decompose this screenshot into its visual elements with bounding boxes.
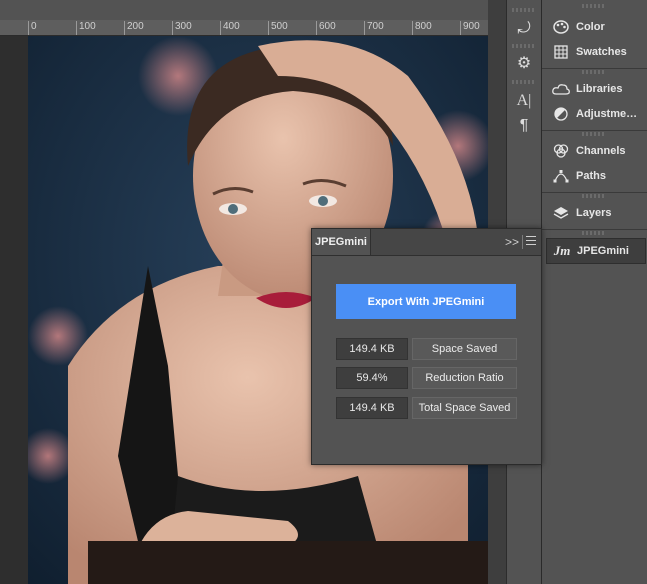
panel-grip[interactable] — [512, 8, 536, 12]
ruler-tick — [124, 21, 125, 35]
dock-item-jpegmini[interactable]: Jm JPEGmini — [546, 238, 646, 264]
ruler-label-900: 900 — [463, 21, 480, 32]
dock-item-libraries[interactable]: Libraries — [542, 77, 647, 101]
paragraph-icon[interactable]: ¶ — [507, 113, 541, 139]
ruler-tick — [268, 21, 269, 35]
ruler-label-200: 200 — [127, 21, 144, 32]
dock-item-paths[interactable]: Paths — [542, 164, 647, 188]
stat-row-reduction-ratio: 59.4% Reduction Ratio — [336, 367, 518, 389]
jpegmini-logo-icon: Jm — [553, 243, 571, 258]
ruler-label-700: 700 — [367, 21, 384, 32]
ruler-label-100: 100 — [79, 21, 96, 32]
pasteboard — [0, 36, 28, 584]
stat-value: 59.4% — [336, 367, 408, 389]
ruler-label-600: 600 — [319, 21, 336, 32]
swatches-grid-icon — [550, 45, 572, 59]
ruler-tick — [220, 21, 221, 35]
dock-item-label: Paths — [576, 170, 606, 182]
stat-value: 149.4 KB — [336, 397, 408, 419]
color-palette-icon — [550, 20, 572, 34]
panel-grip[interactable] — [512, 44, 536, 48]
ruler-tick — [412, 21, 413, 35]
ruler-tick — [316, 21, 317, 35]
stat-label: Total Space Saved — [412, 397, 517, 419]
dock-divider — [542, 229, 647, 230]
dock-item-channels[interactable]: Channels — [542, 139, 647, 163]
character-icon[interactable]: A| — [507, 88, 541, 114]
dock-item-label: Color — [576, 21, 605, 33]
jpegmini-panel: JPEGmini >> Export With JPEGmini 149.4 K… — [311, 228, 542, 465]
ruler-tick — [460, 21, 461, 35]
stat-label: Reduction Ratio — [412, 367, 517, 389]
tab-bar-divider — [522, 235, 523, 249]
libraries-icon — [550, 83, 572, 95]
properties-icon[interactable]: ⚙ — [507, 50, 541, 76]
channels-icon — [550, 144, 572, 158]
adjustments-icon — [550, 107, 572, 121]
layers-icon — [550, 206, 572, 220]
dock-item-layers[interactable]: Layers — [542, 201, 647, 225]
panel-grip[interactable] — [582, 194, 606, 198]
dock-item-label: JPEGmini — [577, 245, 629, 257]
dock-item-label: Layers — [576, 207, 612, 219]
stat-label: Space Saved — [412, 338, 517, 360]
ruler-label-0: 0 — [31, 21, 37, 32]
dock-item-label: Libraries — [576, 83, 623, 95]
paths-icon — [550, 169, 572, 183]
dock-divider — [542, 68, 647, 69]
ruler-tick — [76, 21, 77, 35]
dock-divider — [542, 192, 647, 193]
collapse-panel-icon[interactable]: >> — [505, 235, 519, 249]
stat-value: 149.4 KB — [336, 338, 408, 360]
panel-grip[interactable] — [582, 231, 606, 235]
tab-jpegmini[interactable]: JPEGmini — [312, 229, 371, 255]
panel-tab-bar: JPEGmini >> — [312, 229, 541, 256]
right-panel-dock: Color Swatches Libraries Adjustment… Cha… — [541, 0, 647, 584]
history-icon[interactable]: ⤾ — [507, 16, 541, 42]
document-tab-strip — [0, 0, 490, 20]
panel-grip[interactable] — [582, 4, 606, 8]
ruler-tick — [364, 21, 365, 35]
panel-menu-icon[interactable] — [526, 236, 536, 245]
export-with-jpegmini-button[interactable]: Export With JPEGmini — [336, 284, 516, 319]
ruler-tick — [28, 21, 29, 35]
horizontal-ruler: 0 100 200 300 400 500 600 700 800 900 — [0, 20, 490, 36]
dock-item-color[interactable]: Color — [542, 15, 647, 39]
ruler-tick — [172, 21, 173, 35]
panel-grip[interactable] — [582, 132, 606, 136]
panel-grip[interactable] — [512, 80, 536, 84]
ruler-label-500: 500 — [271, 21, 288, 32]
dock-item-label: Channels — [576, 145, 626, 157]
ruler-label-800: 800 — [415, 21, 432, 32]
dock-item-label: Adjustment… — [576, 108, 642, 120]
dock-divider — [542, 130, 647, 131]
ruler-label-400: 400 — [223, 21, 240, 32]
dock-item-swatches[interactable]: Swatches — [542, 40, 647, 64]
dock-item-adjustments[interactable]: Adjustment… — [542, 102, 647, 126]
stat-row-space-saved: 149.4 KB Space Saved — [336, 338, 518, 360]
stat-row-total-space-saved: 149.4 KB Total Space Saved — [336, 397, 518, 419]
panel-grip[interactable] — [582, 70, 606, 74]
dock-item-label: Swatches — [576, 46, 627, 58]
ruler-label-300: 300 — [175, 21, 192, 32]
